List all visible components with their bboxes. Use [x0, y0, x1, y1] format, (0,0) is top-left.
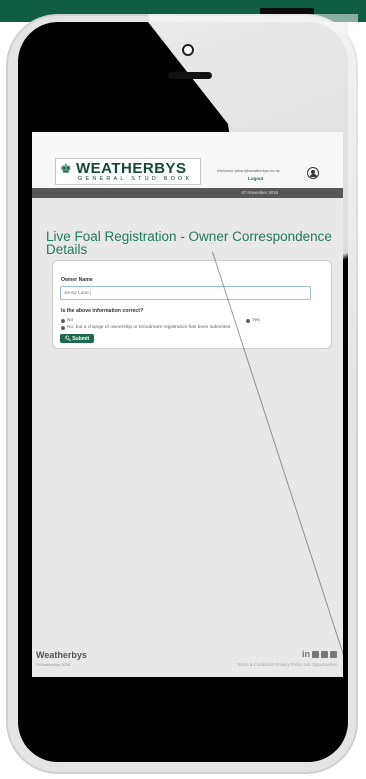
radio-no-change-submitted[interactable]: No, but a change of ownership or broodma… — [61, 325, 230, 330]
search-icon: 🔍︎ — [64, 335, 72, 342]
user-icon[interactable] — [307, 167, 319, 179]
welcome-text: Welcome jdean@weatherbys.co.uk — [217, 168, 280, 173]
radio-dot-icon — [246, 318, 250, 323]
submit-button[interactable]: 🔍︎ Submit — [60, 334, 94, 343]
twitter-icon[interactable] — [321, 650, 328, 658]
owner-name-input[interactable] — [60, 286, 311, 300]
owner-form-card: Owner Name Is the above information corr… — [52, 260, 332, 349]
logo-name: WEATHERBYS — [76, 160, 187, 177]
google-plus-icon[interactable] — [312, 650, 319, 658]
footer-brand: Weatherbys — [36, 650, 87, 660]
radio-dot-icon — [61, 325, 65, 330]
linkedin-icon[interactable]: in — [302, 649, 310, 659]
radio-yes[interactable]: Yes — [246, 318, 260, 323]
social-icons: in — [302, 649, 337, 659]
facebook-icon[interactable] — [330, 650, 337, 658]
footer-links[interactable]: Terms & Conditions Privacy Policy Job Op… — [237, 662, 337, 667]
confirmation-question: Is the above information correct? — [61, 308, 144, 314]
camera-icon — [182, 44, 194, 56]
footer-copyright: ©Weatherbys 2016 — [36, 662, 71, 667]
owner-name-label: Owner Name — [61, 277, 93, 283]
page-title: Live Foal Registration - Owner Correspon… — [46, 229, 332, 257]
radio-no-change-label: No, but a change of ownership or broodma… — [67, 325, 231, 330]
radio-dot-icon — [61, 318, 65, 323]
radio-no[interactable]: No — [61, 318, 73, 323]
site-header: ♚ WEATHERBYS GENERAL STUD BOOK Welcome j… — [32, 132, 343, 188]
phone-screen: ♚ WEATHERBYS GENERAL STUD BOOK Welcome j… — [32, 132, 343, 677]
weatherbys-logo[interactable]: ♚ WEATHERBYS GENERAL STUD BOOK — [55, 158, 201, 185]
logo-subtitle: GENERAL STUD BOOK — [78, 176, 193, 182]
crest-icon: ♚ — [60, 161, 72, 176]
radio-no-label: No — [67, 318, 74, 323]
logout-link[interactable]: Logout — [248, 176, 263, 181]
radio-yes-label: Yes — [252, 318, 260, 323]
submit-label: Submit — [72, 335, 90, 342]
date-bar: 07 November 2016 — [32, 188, 343, 198]
speaker-grille — [168, 72, 212, 79]
